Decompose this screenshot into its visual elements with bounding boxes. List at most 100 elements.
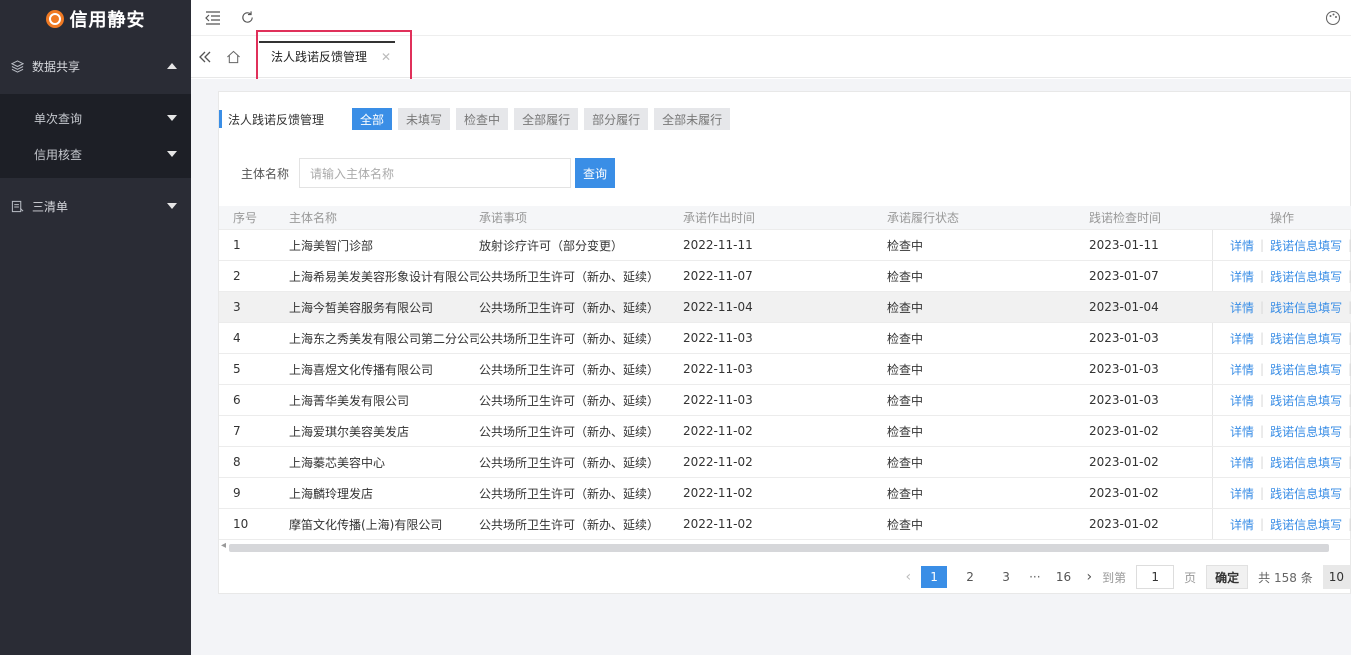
table-row[interactable]: 2 上海希易美发美容形象设计有限公司 公共场所卫生许可（新办、延续） 2022-11-… [219,261,1351,292]
scroll-left-icon[interactable]: ◂ [221,540,226,551]
col-header-status[interactable]: 承诺履行状态 [887,209,1089,226]
detail-link[interactable]: 详情 [1230,299,1254,316]
page-size-select[interactable]: 10 [1322,565,1350,589]
page-1[interactable]: 1 [921,566,948,588]
pagination: ‹ 1 2 3 ··· 16 › 到第 1 页 确定 共 158 条 10 [905,564,1350,590]
filter-partially-fulfilled[interactable]: 部分履行 [584,108,649,130]
table-row[interactable]: 10 摩笛文化传播(上海)有限公司 公共场所卫生许可（新办、延续） 2022-11-0… [219,509,1351,540]
table-row[interactable]: 7 上海爱琪尔美容美发店 公共场所卫生许可（新办、延续） 2022-11-02 检查中 2… [219,416,1351,447]
refresh-icon[interactable] [235,6,259,30]
sidebar-submenu: 单次查询 信用核查 [0,94,191,178]
detail-link[interactable]: 详情 [1230,392,1254,409]
col-header-time[interactable]: 承诺作出时间 [683,209,887,226]
fill-info-link[interactable]: 践诺信息填写 [1270,299,1342,316]
page-ellipsis[interactable]: ··· [1029,570,1040,584]
app-logo[interactable]: 信用静安 [0,0,191,38]
ops-separator: | [1260,300,1265,314]
table-row[interactable]: 6 上海菁华美发有限公司 公共场所卫生许可（新办、延续） 2022-11-03 检查中 2… [219,385,1351,416]
detail-link[interactable]: 详情 [1230,423,1254,440]
chevron-down-icon [167,115,177,121]
table-row[interactable]: 1 上海美智门诊部 放射诊疗许可（部分变更） 2022-11-11 检查中 2023-01… [219,230,1351,261]
fill-info-link[interactable]: 践诺信息填写 [1270,485,1342,502]
cell-item: 公共场所卫生许可（新办、延续） [479,300,660,315]
table-row[interactable]: 4 上海东之秀美发有限公司第二分公司 公共场所卫生许可（新办、延续） 2022-11-… [219,323,1351,354]
tab-legal-person-feedback[interactable]: 法人践诺反馈管理 ✕ [251,36,410,77]
sidebar-item-three-lists[interactable]: 三清单 [0,178,191,234]
cell-ops: 详情 | 践诺信息填写 | [1212,454,1351,471]
fill-info-link[interactable]: 践诺信息填写 [1270,361,1342,378]
filter-all[interactable]: 全部 [352,108,393,130]
cell-ops: 详情 | 践诺信息填写 | [1212,361,1351,378]
page-3[interactable]: 3 [993,566,1019,588]
page-unit-label: 页 [1184,570,1197,585]
sidebar: 信用静安 数据共享 单次查询 信用核查 三清单 [0,0,191,655]
cell-status: 检查中 [887,486,924,501]
detail-link[interactable]: 详情 [1230,237,1254,254]
cell-time: 2022-11-02 [683,455,753,469]
filter-checking[interactable]: 检查中 [456,108,509,130]
filter-not-fulfilled[interactable]: 全部未履行 [654,108,731,130]
table-row[interactable]: 9 上海麟玲理发店 公共场所卫生许可（新办、延续） 2022-11-02 检查中 2023… [219,478,1351,509]
chevron-down-icon [167,203,177,209]
page-last[interactable]: 16 [1051,566,1077,588]
filter-fully-fulfilled[interactable]: 全部履行 [514,108,579,130]
detail-link[interactable]: 详情 [1230,485,1254,502]
cell-time: 2022-11-03 [683,393,753,407]
close-icon[interactable]: ✕ [381,50,391,64]
fill-info-link[interactable]: 践诺信息填写 [1270,237,1342,254]
cell-index: 4 [233,331,241,345]
sidebar-item-credit-check[interactable]: 信用核查 [0,136,191,172]
ops-separator: | [1260,331,1265,345]
fill-info-link[interactable]: 践诺信息填写 [1270,268,1342,285]
cell-check-time: 2023-01-02 [1089,517,1159,531]
goto-page-input[interactable]: 1 [1136,565,1175,589]
search-row: 主体名称 请输入主体名称 查询 [241,158,616,188]
table-row[interactable]: 3 上海今皙美容服务有限公司 公共场所卫生许可（新办、延续） 2022-11-04 检查… [219,292,1351,323]
fill-info-link[interactable]: 践诺信息填写 [1270,454,1342,471]
col-header-check-time[interactable]: 践诺检查时间 [1089,209,1199,226]
cell-item: 公共场所卫生许可（新办、延续） [479,331,660,346]
detail-link[interactable]: 详情 [1230,454,1254,471]
ops-separator: | [1260,517,1265,531]
fill-info-link[interactable]: 践诺信息填写 [1270,516,1342,533]
filter-unfilled[interactable]: 未填写 [398,108,451,130]
page-2[interactable]: 2 [957,566,983,588]
table-row[interactable]: 8 上海蓁芯美容中心 公共场所卫生许可（新办、延续） 2022-11-02 检查中 202… [219,447,1351,478]
home-icon[interactable] [219,43,247,71]
cell-name: 上海麟玲理发店 [289,486,374,501]
search-input[interactable]: 请输入主体名称 [299,158,572,188]
next-page-icon[interactable]: › [1087,569,1093,585]
fill-info-link[interactable]: 践诺信息填写 [1270,392,1342,409]
sidebar-item-single-query[interactable]: 单次查询 [0,100,191,136]
total-count: 共 158 条 [1258,570,1313,585]
collapse-sidebar-icon[interactable] [201,6,225,30]
detail-link[interactable]: 详情 [1230,516,1254,533]
cell-item: 公共场所卫生许可（新办、延续） [479,486,660,501]
cell-item: 放射诊疗许可（部分变更） [479,238,624,253]
prev-page-icon[interactable]: ‹ [905,569,911,585]
detail-link[interactable]: 详情 [1230,330,1254,347]
palette-icon[interactable] [1323,8,1343,28]
cell-check-time: 2023-01-04 [1089,300,1159,314]
double-chevron-left-icon[interactable] [191,43,219,71]
list-icon [10,199,24,213]
fill-info-link[interactable]: 践诺信息填写 [1270,423,1342,440]
chevron-up-icon [167,63,177,69]
main-content: 法人践诺反馈管理 全部 未填写 检查中 全部履行 部分履行 全部未履行 主体名称… [191,79,1351,655]
cell-name: 上海爱琪尔美容美发店 [289,424,410,439]
cell-time: 2022-11-11 [683,238,753,252]
table-row[interactable]: 5 上海喜煜文化传播有限公司 公共场所卫生许可（新办、延续） 2022-11-03 检查… [219,354,1351,385]
horizontal-scrollbar[interactable] [229,544,1329,552]
detail-link[interactable]: 详情 [1230,268,1254,285]
cell-ops: 详情 | 践诺信息填写 | [1212,392,1351,409]
cell-index: 10 [233,517,249,531]
search-button[interactable]: 查询 [575,158,616,188]
col-header-name[interactable]: 主体名称 [275,209,479,226]
fill-info-link[interactable]: 践诺信息填写 [1270,330,1342,347]
cell-item: 公共场所卫生许可（新办、延续） [479,455,660,470]
sidebar-item-data-sharing[interactable]: 数据共享 [0,38,191,94]
col-header-item[interactable]: 承诺事项 [479,209,683,226]
goto-confirm-button[interactable]: 确定 [1206,565,1249,589]
detail-link[interactable]: 详情 [1230,361,1254,378]
cell-status: 检查中 [887,393,924,408]
